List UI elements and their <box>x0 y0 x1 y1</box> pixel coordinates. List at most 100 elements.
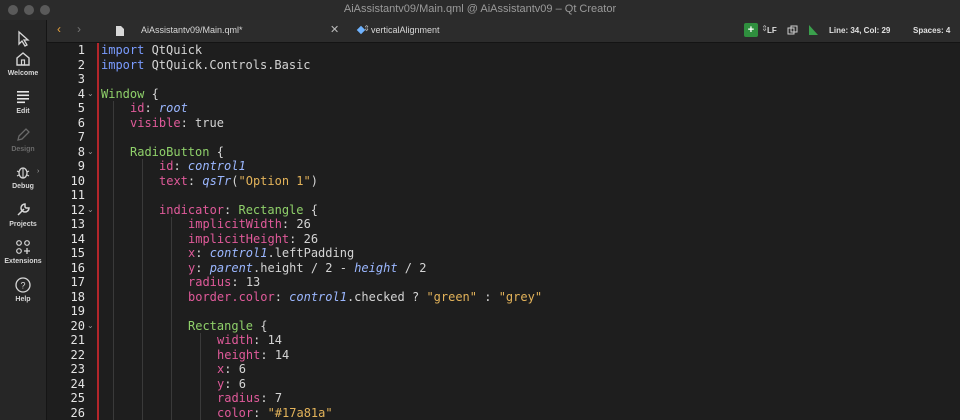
code-line: y: parent.height / 2 - height / 2 <box>188 260 427 275</box>
code-line: implicitWidth: 26 <box>188 217 311 231</box>
code-line: import QtQuick <box>101 43 203 57</box>
mode-projects[interactable]: Projects <box>0 201 46 228</box>
line-number: 23 <box>70 362 85 376</box>
fold-arrow-icon[interactable]: ⌄ <box>87 89 94 98</box>
code-line: width: 14 <box>217 333 283 347</box>
indentation-label[interactable]: Spaces: 4 <box>913 26 950 35</box>
line-number: 7 <box>77 130 85 144</box>
mode-edit[interactable]: Edit <box>0 88 46 115</box>
line-number: 1 <box>77 43 85 57</box>
code-line: color: "#17a81a" <box>217 405 333 420</box>
symbol-diamond-icon <box>356 25 366 35</box>
mode-extensions-label: Extensions <box>4 258 42 265</box>
line-number: 18 <box>70 289 85 304</box>
line-number: 3 <box>77 72 85 86</box>
code-line: y: 6 <box>217 376 246 391</box>
code-line: import QtQuick.Controls.Basic <box>101 57 311 72</box>
line-number: 11 <box>70 188 85 202</box>
svg-text:?: ? <box>20 281 25 291</box>
line-number: 15 <box>70 246 85 260</box>
close-document-icon[interactable]: ✕ <box>330 23 339 36</box>
bug-icon <box>16 167 30 179</box>
editor-toolbar: ‹ › AiAssistantv09/Main.qml* ⇕ ✕ vertica… <box>47 20 960 43</box>
mode-welcome-label: Welcome <box>7 70 39 77</box>
line-number-gutter: 1 2 3 4 5 6 7 8 9 10 11 12 13 14 15 16 17 18 19 20 21 22 23 24 2… <box>47 43 85 420</box>
line-number: 17 <box>70 275 85 289</box>
cursor-position-label[interactable]: Line: 34, Col: 29 <box>829 26 890 35</box>
mode-debug-label: Debug <box>12 183 34 190</box>
indent-guide <box>113 101 114 420</box>
line-number: 26 <box>70 405 85 420</box>
fold-column: ⌄ ⌄ ⌄ ⌄ <box>85 43 97 420</box>
current-symbol: verticalAlignment <box>371 25 440 35</box>
add-split-button[interactable]: + <box>744 23 758 37</box>
line-number: 20 <box>70 318 85 333</box>
bookmark-green-icon[interactable] <box>808 24 819 36</box>
code-editor[interactable]: 1 2 3 4 5 6 7 8 9 10 11 12 13 14 15 16 17 18 19 20 21 22 23 24 2… <box>47 43 960 420</box>
symbol-combo[interactable]: verticalAlignment ⇕ <box>354 23 774 39</box>
line-number: 2 <box>77 57 85 72</box>
fold-arrow-icon[interactable]: ⌄ <box>87 321 94 330</box>
mode-extensions[interactable]: Extensions <box>0 238 46 265</box>
code-line: id: control1 <box>159 159 246 173</box>
mode-help[interactable]: ? Help <box>0 276 46 303</box>
code-line: border.color: control1.checked ? "green"… <box>188 289 543 304</box>
line-number: 24 <box>70 376 85 391</box>
code-line: visible: true <box>130 115 224 130</box>
fold-arrow-icon[interactable]: ⌄ <box>87 205 94 214</box>
code-line: Window { <box>101 86 159 101</box>
line-number: 25 <box>70 391 85 405</box>
mode-debug[interactable]: Debug › <box>0 163 46 190</box>
line-number: 4 <box>77 86 85 101</box>
help-icon: ? <box>15 277 31 293</box>
split-view-icon[interactable] <box>787 25 798 36</box>
edit-icon <box>17 91 29 104</box>
code-line: radius: 13 <box>188 275 261 289</box>
line-number: 14 <box>70 231 85 246</box>
line-number: 8 <box>77 144 85 159</box>
pointer-icon <box>18 30 30 47</box>
mode-projects-label: Projects <box>9 221 37 228</box>
fold-arrow-icon[interactable]: ⌄ <box>87 147 94 156</box>
indent-guide <box>200 333 201 420</box>
line-number: 16 <box>70 260 85 275</box>
code-line: height: 14 <box>217 347 290 362</box>
line-number: 22 <box>70 347 85 362</box>
line-number: 21 <box>70 333 85 347</box>
mode-edit-label: Edit <box>16 108 30 115</box>
line-number: 9 <box>77 159 85 173</box>
line-number: 13 <box>70 217 85 231</box>
mode-pointer[interactable] <box>0 30 46 48</box>
code-line: x: control1.leftPadding <box>188 246 355 260</box>
code-line: radius: 7 <box>217 391 283 405</box>
mode-design-label: Design <box>11 146 35 153</box>
title-bar: AiAssistantv09/Main.qml @ AiAssistantv09… <box>0 0 960 21</box>
code-line: Rectangle { <box>188 318 268 333</box>
mode-design[interactable]: Design <box>0 126 46 153</box>
window-title: AiAssistantv09/Main.qml @ AiAssistantv09… <box>343 3 617 15</box>
code-line: implicitHeight: 26 <box>188 231 319 246</box>
line-ending-label[interactable]: LF <box>767 26 777 35</box>
line-number: 19 <box>70 304 85 318</box>
back-arrow-icon[interactable]: ‹ <box>57 22 61 36</box>
wrench-icon <box>17 203 30 216</box>
mode-sidebar: Welcome Edit Design Debug › Projects Ext… <box>0 20 47 420</box>
line-number: 5 <box>77 101 85 115</box>
code-line: x: 6 <box>217 362 246 376</box>
change-marker-bar <box>97 43 99 420</box>
file-icon <box>116 26 124 36</box>
code-line: indicator: Rectangle { <box>159 202 318 217</box>
pencil-icon <box>17 128 30 141</box>
current-file-name: AiAssistantv09/Main.qml* <box>141 25 243 35</box>
debug-expand-icon: › <box>37 168 40 175</box>
forward-arrow-icon[interactable]: › <box>77 22 81 36</box>
mode-welcome[interactable]: Welcome <box>0 50 46 77</box>
code-line: text: qsTr("Option 1") <box>159 173 318 188</box>
extensions-icon <box>16 240 30 254</box>
indent-guide <box>142 159 143 420</box>
code-line: id: root <box>130 101 188 115</box>
indent-guide <box>171 217 172 420</box>
mode-help-label: Help <box>15 296 31 303</box>
line-number: 12 <box>70 202 85 217</box>
qt-creator-window: AiAssistantv09/Main.qml @ AiAssistantv09… <box>0 0 960 420</box>
